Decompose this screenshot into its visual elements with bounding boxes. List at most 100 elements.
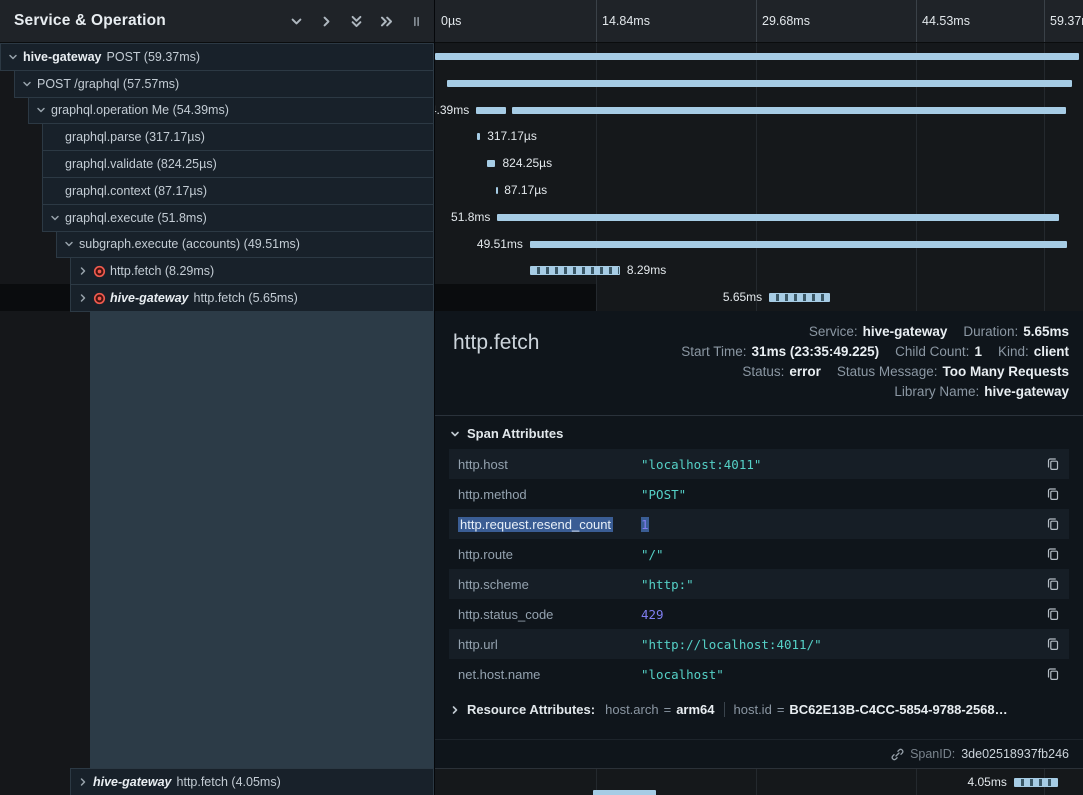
span-duration-bar[interactable] [487, 160, 496, 167]
ruler-tick-label: 14.84ms [596, 0, 650, 42]
meta-value: client [1034, 344, 1069, 359]
collapse-all-icon[interactable] [348, 13, 364, 29]
timeline-row: 317.17µs [435, 123, 1083, 150]
span-duration-bar[interactable] [512, 107, 1066, 114]
bar-duration-label: 8.29ms [627, 257, 666, 284]
panel-title: Service & Operation [14, 12, 166, 30]
resource-value: arm64 [676, 702, 714, 717]
row-shade [0, 284, 70, 311]
meta-line: Status: error Status Message: Too Many Requ… [742, 364, 1069, 379]
section-title: Resource Attributes: [467, 702, 595, 717]
copy-icon[interactable] [1046, 487, 1060, 501]
meta-value: error [789, 364, 821, 379]
tree-header: Service & Operation [0, 0, 434, 43]
span-duration-bar[interactable] [769, 293, 830, 302]
attribute-row: http.status_code429 [449, 599, 1069, 629]
expand-all-icon[interactable] [378, 13, 394, 29]
timeline-row: 51.8ms [435, 204, 1083, 231]
expand-row-icon[interactable] [318, 13, 334, 29]
span-duration-bar[interactable] [477, 133, 480, 140]
copy-icon[interactable] [1046, 667, 1060, 681]
span-attributes-toggle[interactable]: Span Attributes [435, 416, 1083, 449]
span-id-label: SpanID: [910, 747, 955, 761]
meta-line: Start Time:31ms (23:35:49.225)Child Coun… [681, 344, 1069, 359]
attributes-table: http.host "localhost:4011" http.method"POS… [449, 449, 1069, 689]
span-duration-bar[interactable] [476, 107, 505, 114]
bar-duration-label: 5.65ms [723, 284, 762, 311]
meta-value: 5.65ms [1023, 324, 1069, 339]
meta-value: 1 [974, 344, 982, 359]
equals-sign: = [777, 702, 785, 717]
meta-label: Kind: [998, 344, 1029, 359]
meta-label: Child Count: [895, 344, 969, 359]
ruler-tick-label: 44.53ms [916, 0, 970, 42]
span-duration-bar[interactable] [447, 80, 1072, 87]
span-duration-bar[interactable] [530, 266, 620, 275]
attribute-value: "localhost:4011" [641, 457, 761, 472]
resize-handle-icon[interactable] [408, 13, 424, 29]
chevron-right-icon[interactable] [78, 777, 93, 787]
timeline-row: 54.39ms [435, 97, 1083, 124]
timeline-panel: 0µs14.84ms29.68ms44.53ms59.37ms 54.39ms3… [435, 0, 1083, 795]
meta-value: Too Many Requests [942, 364, 1069, 379]
attribute-row: http.scheme"http:" [449, 569, 1069, 599]
equals-sign: = [664, 702, 672, 717]
attribute-value: "localhost" [641, 667, 724, 682]
copy-icon[interactable] [1046, 577, 1060, 591]
span-id-value: 3de02518937fb246 [961, 747, 1069, 761]
span-duration-bar[interactable] [435, 53, 1079, 60]
attribute-value: "http:" [641, 577, 694, 592]
copy-icon[interactable] [1046, 457, 1060, 471]
timeline-row: 87.17µs [435, 177, 1083, 204]
panel-resizer[interactable] [434, 0, 435, 795]
ruler-tick-label: 0µs [435, 0, 461, 42]
meta-label: Service: [809, 324, 858, 339]
chevron-down-icon [450, 429, 460, 439]
attribute-row: http.method"POST" [449, 479, 1069, 509]
timeline-row [435, 43, 1083, 70]
bar-duration-label: 317.17µs [487, 123, 537, 150]
attribute-key: http.method [458, 487, 527, 502]
span-name: http.fetch (4.05ms) [177, 775, 281, 789]
timeline-gridline [916, 769, 917, 795]
span-duration-bar[interactable] [1014, 778, 1058, 787]
resource-items: host.arch=arm64host.id=BC62E13B-C4CC-585… [605, 702, 1008, 717]
resource-attributes-toggle[interactable]: Resource Attributes: host.arch=arm64host… [450, 702, 1069, 717]
span-duration-bar[interactable] [496, 187, 498, 194]
span-meta: Service:hive-gatewayDuration:5.65msStart… [681, 324, 1069, 399]
meta-value: 31ms (23:35:49.225) [752, 344, 880, 359]
attribute-value: 429 [641, 607, 664, 622]
copy-icon[interactable] [1046, 547, 1060, 561]
timeline-overflow-row: 4.05ms [435, 768, 1083, 795]
copy-icon[interactable] [1046, 637, 1060, 651]
tree-row[interactable]: hive-gatewayhttp.fetch (4.05ms) [70, 768, 434, 795]
trace-viewer-app: Service & Operation hive-gatewayPOST (59… [0, 0, 1083, 795]
meta-label: Status: [742, 364, 784, 379]
timeline-row [435, 70, 1083, 97]
resource-key: host.id [734, 702, 772, 717]
attribute-row: net.host.name"localhost" [449, 659, 1069, 689]
resource-value: BC62E13B-C4CC-5854-9788-2568… [789, 702, 1007, 717]
attribute-key: http.url [458, 637, 498, 652]
detail-header: http.fetch Service:hive-gatewayDuration:… [435, 311, 1083, 411]
span-duration-bar[interactable] [593, 790, 656, 795]
link-icon[interactable] [891, 748, 904, 761]
timeline-rows: 54.39ms317.17µs824.25µs87.17µs51.8ms49.5… [435, 43, 1083, 311]
meta-value: hive-gateway [984, 384, 1069, 399]
attribute-value: "/" [641, 547, 664, 562]
span-duration-bar[interactable] [497, 214, 1059, 221]
span-tree-panel: Service & Operation hive-gatewayPOST (59… [0, 0, 434, 795]
meta-label: Status Message: [837, 364, 938, 379]
span-detail-panel: http.fetch Service:hive-gatewayDuration:… [435, 311, 1083, 768]
copy-icon[interactable] [1046, 607, 1060, 621]
span-title: http.fetch [453, 331, 539, 355]
collapse-row-icon[interactable] [288, 13, 304, 29]
attribute-key: http.route [458, 547, 513, 562]
attribute-key: http.host [458, 457, 508, 472]
span-duration-bar[interactable] [530, 241, 1067, 248]
chevron-right-icon [450, 705, 460, 715]
copy-icon[interactable] [1046, 517, 1060, 531]
ruler-tick-label: 59.37ms [1044, 0, 1083, 42]
attribute-row: http.request.resend_count1 [449, 509, 1069, 539]
timeline-gridline [756, 769, 757, 795]
